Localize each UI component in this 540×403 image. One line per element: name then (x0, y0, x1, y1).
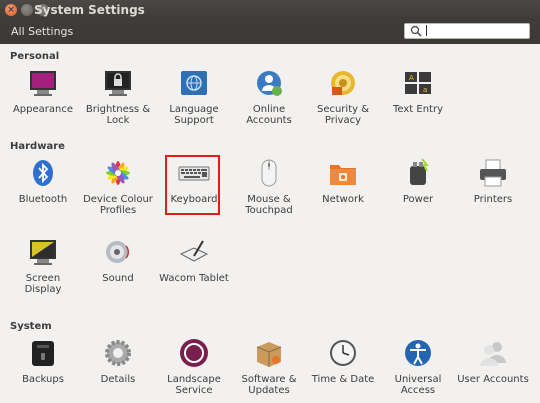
universal-access-item[interactable]: Universal Access (381, 337, 455, 396)
item-label: Sound (102, 273, 134, 284)
item-label: Device Colour Profiles (83, 194, 153, 216)
item-label: Network (322, 194, 364, 205)
bluetooth-icon (33, 160, 53, 186)
item-label: Wacom Tablet (159, 273, 229, 284)
search-input[interactable] (404, 23, 530, 39)
speaker-icon (106, 241, 130, 263)
power-item[interactable]: Power (381, 157, 455, 205)
title-bar: × System Settings (0, 0, 540, 20)
mouse-touchpad-item[interactable]: Mouse & Touchpad (232, 157, 306, 216)
landscape-service-item[interactable]: Landscape Service (157, 337, 231, 396)
power-icon (410, 158, 430, 185)
text-entry-icon: A a (405, 72, 431, 94)
safe-icon (32, 341, 54, 366)
colour-profiles-icon (106, 161, 130, 185)
details-item[interactable]: Details (81, 337, 155, 385)
item-label: Brightness & Lock (85, 104, 151, 126)
item-label: Universal Access (394, 374, 442, 396)
brightness-lock-item[interactable]: Brightness & Lock (81, 67, 155, 126)
user-accounts-item[interactable]: User Accounts (456, 337, 530, 385)
section-hardware: Hardware (10, 141, 65, 152)
online-accounts-icon (257, 71, 282, 96)
close-window-button[interactable]: × (5, 4, 17, 16)
item-label: Keyboard (170, 194, 218, 205)
toolbar: All Settings (0, 20, 540, 44)
printers-item[interactable]: Printers (456, 157, 530, 205)
item-label: Mouse & Touchpad (245, 194, 293, 216)
item-label: User Accounts (457, 374, 529, 385)
network-item[interactable]: Network (306, 157, 380, 205)
clock-icon (330, 340, 356, 366)
svg-text:a: a (423, 86, 427, 94)
mouse-icon (261, 159, 277, 187)
device-colour-profiles-item[interactable]: Device Colour Profiles (81, 157, 155, 216)
keyboard-icon (178, 166, 210, 181)
printer-icon (480, 159, 506, 187)
section-personal: Personal (10, 51, 60, 62)
item-label: Text Entry (392, 104, 443, 115)
software-updates-item[interactable]: Software & Updates (232, 337, 306, 396)
keyboard-item[interactable]: Keyboard (157, 155, 231, 215)
item-label: Time & Date (311, 374, 375, 385)
item-label: Printers (473, 194, 513, 205)
item-label: Backups (22, 374, 64, 385)
language-support-item[interactable]: Language Support (157, 67, 231, 126)
online-accounts-item[interactable]: Online Accounts (232, 67, 306, 126)
gear-icon (105, 340, 131, 366)
item-label: Security & Privacy (316, 104, 370, 126)
item-label: Details (100, 374, 136, 385)
time-date-item[interactable]: Time & Date (306, 337, 380, 385)
item-label: Bluetooth (18, 194, 68, 205)
item-label: Landscape Service (167, 374, 221, 396)
appearance-icon (30, 71, 56, 96)
appearance-item[interactable]: Appearance (6, 67, 80, 115)
text-caret (426, 25, 427, 36)
svg-text:A: A (409, 74, 414, 82)
lock-screen-icon (105, 71, 131, 96)
security-privacy-item[interactable]: Security & Privacy (306, 67, 380, 126)
search-icon (410, 25, 422, 37)
window-title: System Settings (34, 3, 145, 17)
item-label: Software & Updates (241, 374, 297, 396)
wacom-tablet-item[interactable]: Wacom Tablet (157, 236, 231, 284)
users-icon (480, 342, 506, 366)
tablet-icon (179, 240, 209, 262)
bluetooth-item[interactable]: Bluetooth (6, 157, 80, 205)
display-icon (30, 240, 56, 265)
all-settings-button[interactable]: All Settings (11, 25, 73, 38)
item-label: Online Accounts (246, 104, 292, 126)
section-system: System (10, 321, 52, 332)
item-label: Power (402, 194, 434, 205)
accessibility-icon (405, 340, 431, 366)
minimize-window-button[interactable] (21, 4, 33, 16)
settings-panel: Personal Appearance Brightness & Lock La… (0, 44, 540, 403)
screen-display-item[interactable]: Screen Display (6, 236, 80, 295)
item-label: Language Support (169, 104, 219, 126)
backups-item[interactable]: Backups (6, 337, 80, 385)
item-label: Screen Display (24, 273, 62, 295)
software-box-icon (256, 342, 282, 367)
language-icon (181, 71, 207, 95)
security-icon (331, 71, 355, 95)
item-label: Appearance (12, 104, 74, 115)
sound-item[interactable]: Sound (81, 236, 155, 284)
text-entry-item[interactable]: A a Text Entry (381, 67, 455, 115)
network-icon (330, 165, 356, 185)
landscape-icon (180, 339, 208, 367)
